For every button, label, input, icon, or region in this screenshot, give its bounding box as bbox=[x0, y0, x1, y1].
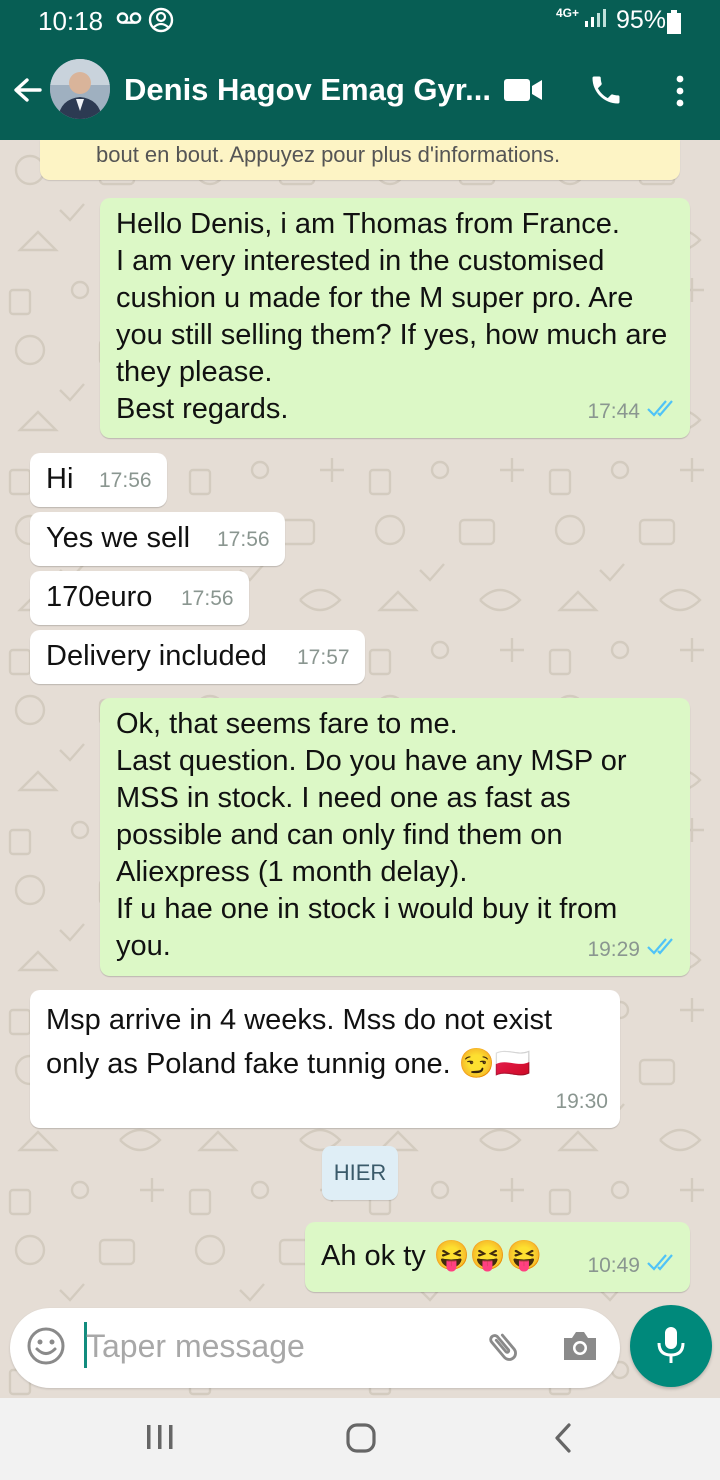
emoji-icon[interactable] bbox=[26, 1326, 66, 1371]
message-text: Delivery included bbox=[46, 640, 267, 672]
message-bubble-outgoing[interactable]: Hello Denis, i am Thomas from France. I … bbox=[100, 198, 690, 438]
account-circle-icon bbox=[148, 7, 174, 39]
message-bubble-incoming[interactable]: Hi 17:56 bbox=[30, 453, 167, 507]
message-time: 10:49 bbox=[587, 1254, 640, 1277]
message-bubble-incoming[interactable]: Yes we sell 17:56 bbox=[30, 512, 285, 566]
contact-name[interactable]: Denis Hagov Emag Gyr... bbox=[124, 72, 491, 108]
signal-icon bbox=[584, 7, 608, 35]
message-time: 17:44 bbox=[587, 400, 640, 423]
contact-avatar[interactable] bbox=[50, 59, 110, 119]
message-time: 17:56 bbox=[217, 528, 270, 551]
read-receipt-icon bbox=[646, 391, 678, 428]
more-vert-icon[interactable] bbox=[670, 74, 690, 113]
message-text: Yes we sell bbox=[46, 522, 191, 554]
encryption-notice[interactable]: bout en bout. Appuyez pour plus d'inform… bbox=[40, 140, 680, 180]
home-button[interactable] bbox=[345, 1422, 377, 1459]
attach-icon[interactable] bbox=[484, 1328, 522, 1371]
date-divider: HIER bbox=[322, 1146, 398, 1200]
status-bar: 10:18 4G+ 95% bbox=[0, 0, 720, 42]
system-nav-bar bbox=[0, 1398, 720, 1480]
message-time: 19:29 bbox=[587, 938, 640, 961]
back-button[interactable] bbox=[552, 1422, 574, 1459]
read-receipt-icon bbox=[646, 929, 678, 966]
mic-icon bbox=[655, 1325, 687, 1372]
read-receipt-icon bbox=[646, 1245, 678, 1282]
message-text: Ok, that seems fare to me. Last question… bbox=[116, 708, 627, 962]
camera-icon[interactable] bbox=[560, 1328, 600, 1369]
network-type: 4G+ bbox=[556, 6, 580, 20]
date-divider-label: HIER bbox=[333, 1160, 387, 1185]
message-text: Msp arrive in 4 weeks. Mss do not exist … bbox=[46, 1004, 553, 1080]
message-text: Ah ok ty 😝😝😝 bbox=[321, 1240, 543, 1272]
message-time: 17:57 bbox=[297, 646, 350, 669]
message-time: 17:56 bbox=[181, 587, 234, 610]
battery-icon bbox=[666, 10, 682, 39]
message-bubble-incoming[interactable]: 170euro 17:56 bbox=[30, 571, 249, 625]
status-time: 10:18 bbox=[38, 6, 104, 36]
message-time: 19:30 bbox=[555, 1090, 608, 1113]
message-time: 17:56 bbox=[99, 469, 152, 492]
message-text: 170euro bbox=[46, 581, 153, 613]
encryption-notice-text: bout en bout. Appuyez pour plus d'inform… bbox=[96, 142, 561, 167]
message-bubble-outgoing[interactable]: Ah ok ty 😝😝😝 10:49 bbox=[305, 1222, 690, 1292]
message-bubble-outgoing[interactable]: Ok, that seems fare to me. Last question… bbox=[100, 698, 690, 976]
battery-level: 95% bbox=[615, 6, 666, 34]
message-bubble-incoming[interactable]: Msp arrive in 4 weeks. Mss do not exist … bbox=[30, 990, 620, 1128]
video-call-icon[interactable] bbox=[502, 76, 544, 109]
message-text: Hi bbox=[46, 463, 74, 495]
message-input[interactable]: Taper message bbox=[86, 1328, 305, 1365]
recent-apps-button[interactable] bbox=[145, 1424, 175, 1455]
phone-icon[interactable] bbox=[588, 72, 624, 113]
voicemail-icon bbox=[116, 7, 142, 35]
mic-button[interactable] bbox=[630, 1305, 712, 1387]
message-bubble-incoming[interactable]: Delivery included 17:57 bbox=[30, 630, 365, 684]
back-arrow-icon[interactable] bbox=[10, 72, 50, 112]
